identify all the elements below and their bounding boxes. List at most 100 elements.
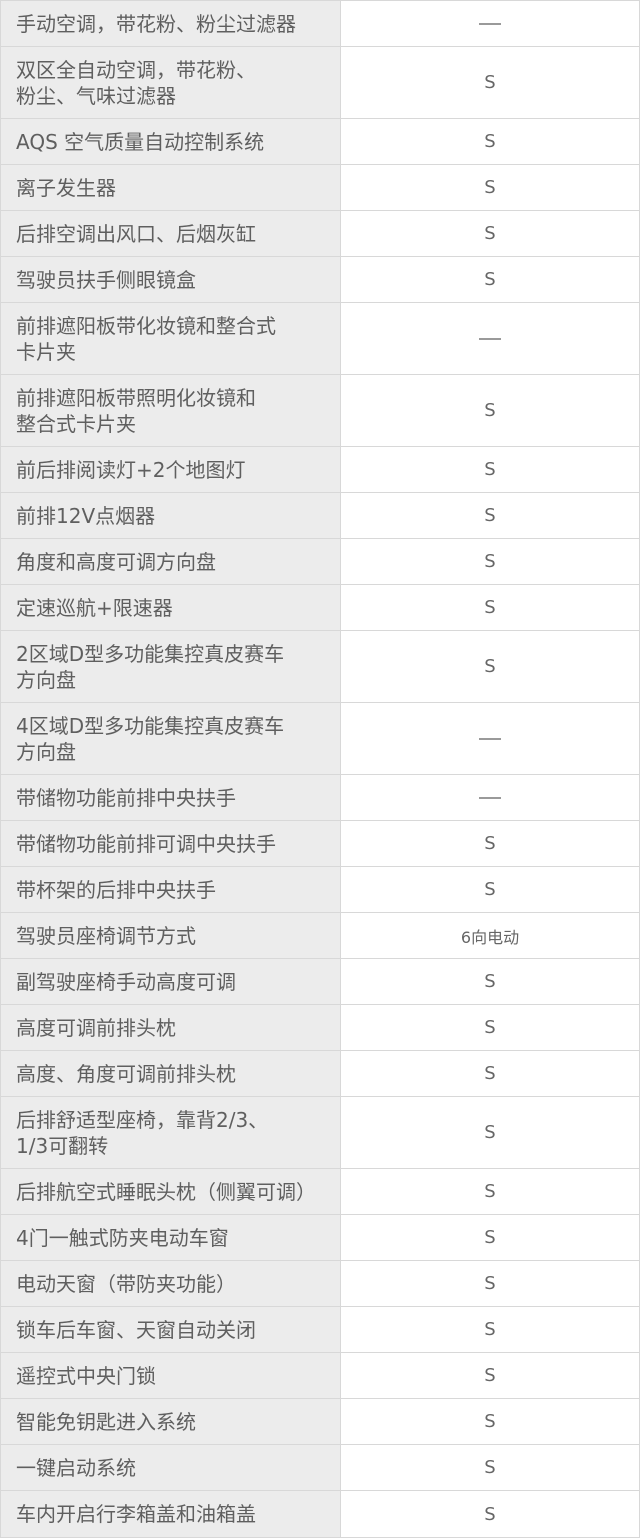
value-label: S xyxy=(484,1365,496,1386)
value-cell: S xyxy=(340,1260,640,1307)
table-row: 高度、角度可调前排头枕 S xyxy=(0,1050,640,1097)
value-label: S xyxy=(484,833,496,854)
feature-cell: 后排舒适型座椅，靠背2/3、 1/3可翻转 xyxy=(0,1096,341,1169)
value-cell: S xyxy=(340,1096,640,1169)
value-label: S xyxy=(484,1457,496,1478)
feature-label-line: 后排空调出风口、后烟灰缸 xyxy=(16,221,256,246)
table-row: 带杯架的后排中央扶手 S xyxy=(0,866,640,913)
feature-cell: 遥控式中央门锁 xyxy=(0,1352,341,1399)
value-label: S xyxy=(484,72,496,93)
table-row: 前后排阅读灯+2个地图灯 S xyxy=(0,446,640,493)
feature-label-line: 锁车后车窗、天窗自动关闭 xyxy=(16,1317,256,1342)
feature-label-line: 带储物功能前排中央扶手 xyxy=(16,785,236,810)
feature-cell: 双区全自动空调，带花粉、 粉尘、气味过滤器 xyxy=(0,46,341,119)
value-label: S xyxy=(484,131,496,152)
feature-label-line: 定速巡航+限速器 xyxy=(16,595,173,620)
feature-cell: 副驾驶座椅手动高度可调 xyxy=(0,958,341,1005)
feature-label-line: 卡片夹 xyxy=(16,339,76,364)
value-cell xyxy=(340,774,640,821)
feature-label-line: 高度、角度可调前排头枕 xyxy=(16,1061,236,1086)
spec-table: 手动空调，带花粉、粉尘过滤器 双区全自动空调，带花粉、 粉尘、气味过滤器 S AQS 空… xyxy=(0,0,640,1538)
feature-label-line: 角度和高度可调方向盘 xyxy=(16,549,216,574)
feature-label-line: 一键启动系统 xyxy=(16,1455,136,1480)
feature-cell: 高度、角度可调前排头枕 xyxy=(0,1050,341,1097)
feature-cell: 后排空调出风口、后烟灰缸 xyxy=(0,210,341,257)
feature-cell: 后排航空式睡眠头枕（侧翼可调） xyxy=(0,1168,341,1215)
table-row: 一键启动系统 S xyxy=(0,1444,640,1491)
value-cell: S xyxy=(340,1214,640,1261)
feature-cell: 前排遮阳板带照明化妆镜和 整合式卡片夹 xyxy=(0,374,341,447)
table-row: 前排12V点烟器 S xyxy=(0,492,640,539)
feature-label-line: AQS 空气质量自动控制系统 xyxy=(16,129,265,154)
table-row: 驾驶员扶手侧眼镜盒 S xyxy=(0,256,640,303)
feature-label-line: 后排舒适型座椅，靠背2/3、 xyxy=(16,1107,269,1132)
value-cell: S xyxy=(340,46,640,119)
feature-label-line: 前排12V点烟器 xyxy=(16,503,156,528)
value-label: S xyxy=(484,1503,496,1525)
feature-cell: 驾驶员扶手侧眼镜盒 xyxy=(0,256,341,303)
feature-label-line: 后排航空式睡眠头枕（侧翼可调） xyxy=(16,1179,316,1204)
feature-cell: 带储物功能前排中央扶手 xyxy=(0,774,341,821)
feature-label-line: 4区域D型多功能集控真皮赛车 xyxy=(16,713,285,738)
value-label: S xyxy=(484,1273,496,1294)
feature-label-line: 离子发生器 xyxy=(16,175,116,200)
value-cell: S xyxy=(340,630,640,703)
table-row: 定速巡航+限速器 S xyxy=(0,584,640,631)
feature-label-line: 电动天窗（带防夹功能） xyxy=(16,1271,236,1296)
feature-label-line: 前排遮阳板带照明化妆镜和 xyxy=(16,385,256,410)
feature-label-line: 驾驶员座椅调节方式 xyxy=(16,923,196,948)
value-cell: S xyxy=(340,1444,640,1491)
feature-label-line: 智能免钥匙进入系统 xyxy=(16,1409,196,1434)
value-label: S xyxy=(484,505,496,526)
not-available-dash xyxy=(479,23,501,25)
table-row: 手动空调，带花粉、粉尘过滤器 xyxy=(0,0,640,47)
feature-cell: 带杯架的后排中央扶手 xyxy=(0,866,341,913)
value-cell: S xyxy=(340,820,640,867)
feature-label-line: 方向盘 xyxy=(16,667,76,692)
value-label: S xyxy=(484,1063,496,1084)
feature-label-line: 车内开启行李箱盖和油箱盖 xyxy=(16,1502,256,1526)
feature-cell: 前排12V点烟器 xyxy=(0,492,341,539)
table-row: 前排遮阳板带照明化妆镜和 整合式卡片夹 S xyxy=(0,374,640,447)
value-cell: S xyxy=(340,1306,640,1353)
feature-cell: 角度和高度可调方向盘 xyxy=(0,538,341,585)
value-cell xyxy=(340,302,640,375)
feature-cell: 前后排阅读灯+2个地图灯 xyxy=(0,446,341,493)
value-label: S xyxy=(484,1122,496,1143)
feature-cell: 4区域D型多功能集控真皮赛车 方向盘 xyxy=(0,702,341,775)
value-label: S xyxy=(484,1017,496,1038)
table-row: 车内开启行李箱盖和油箱盖 S xyxy=(0,1490,640,1538)
value-cell xyxy=(340,702,640,775)
value-label: S xyxy=(484,551,496,572)
feature-cell: 4门一触式防夹电动车窗 xyxy=(0,1214,341,1261)
value-cell: S xyxy=(340,1004,640,1051)
feature-label-line: 手动空调，带花粉、粉尘过滤器 xyxy=(16,11,296,36)
value-cell: S xyxy=(340,1168,640,1215)
table-row: AQS 空气质量自动控制系统 S xyxy=(0,118,640,165)
feature-cell: 驾驶员座椅调节方式 xyxy=(0,912,341,959)
table-row: 双区全自动空调，带花粉、 粉尘、气味过滤器 S xyxy=(0,46,640,119)
value-cell: S xyxy=(340,118,640,165)
table-row: 带储物功能前排可调中央扶手 S xyxy=(0,820,640,867)
feature-label-line: 带储物功能前排可调中央扶手 xyxy=(16,831,276,856)
value-label: S xyxy=(484,400,496,421)
table-row: 智能免钥匙进入系统 S xyxy=(0,1398,640,1445)
value-label: S xyxy=(484,1227,496,1248)
table-row: 驾驶员座椅调节方式 6向电动 xyxy=(0,912,640,959)
table-row: 锁车后车窗、天窗自动关闭 S xyxy=(0,1306,640,1353)
feature-cell: 离子发生器 xyxy=(0,164,341,211)
value-cell: S xyxy=(340,374,640,447)
value-cell: S xyxy=(340,256,640,303)
value-label: S xyxy=(484,223,496,244)
table-row: 高度可调前排头枕 S xyxy=(0,1004,640,1051)
feature-label-line: 1/3可翻转 xyxy=(16,1133,109,1158)
table-row: 后排舒适型座椅，靠背2/3、 1/3可翻转 S xyxy=(0,1096,640,1169)
spec-table-body: 手动空调，带花粉、粉尘过滤器 双区全自动空调，带花粉、 粉尘、气味过滤器 S AQS 空… xyxy=(0,0,640,1538)
feature-label-line: 双区全自动空调，带花粉、 xyxy=(16,57,256,82)
value-label: S xyxy=(484,879,496,900)
feature-cell: 锁车后车窗、天窗自动关闭 xyxy=(0,1306,341,1353)
feature-cell: 车内开启行李箱盖和油箱盖 xyxy=(0,1490,341,1538)
feature-label-line: 带杯架的后排中央扶手 xyxy=(16,877,216,902)
table-row: 遥控式中央门锁 S xyxy=(0,1352,640,1399)
value-label: S xyxy=(484,269,496,290)
